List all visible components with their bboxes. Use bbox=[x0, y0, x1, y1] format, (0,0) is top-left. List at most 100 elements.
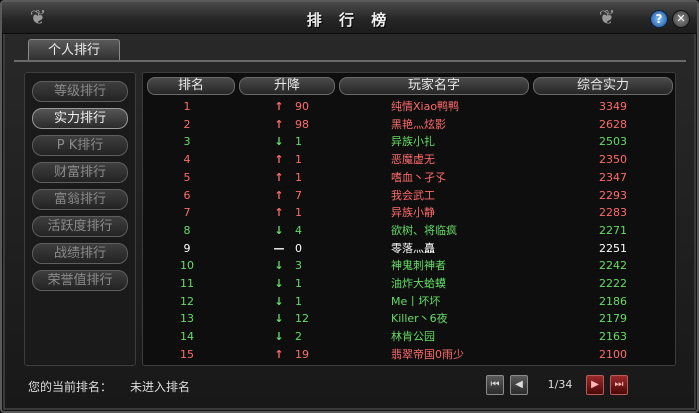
column-header-rank[interactable]: 排名 bbox=[147, 77, 235, 95]
player-name-cell: 翡翠帝国0雨少 bbox=[391, 347, 464, 361]
table-row[interactable]: 1 ↑ 90 纯情Xiao鸭鸭 3349 bbox=[143, 98, 675, 116]
sidebar-item-4[interactable]: 富翁排行 bbox=[32, 189, 128, 210]
power-cell: 2222 bbox=[599, 277, 627, 290]
change-cell: 19 bbox=[295, 347, 309, 361]
change-cell: 0 bbox=[295, 241, 302, 255]
help-button[interactable]: ? bbox=[650, 10, 668, 28]
tab-divider bbox=[14, 60, 686, 62]
sidebar-item-3[interactable]: 财富排行 bbox=[32, 162, 128, 183]
table-row[interactable]: 6 ↑ 7 我会武工 2293 bbox=[143, 187, 675, 205]
player-name-cell: 我会武工 bbox=[391, 188, 435, 202]
change-arrow-icon: ↓ bbox=[274, 277, 284, 290]
sidebar-item-6[interactable]: 战绩排行 bbox=[32, 243, 128, 264]
sidebar-item-1[interactable]: 实力排行 bbox=[32, 108, 128, 129]
power-cell: 2347 bbox=[599, 170, 627, 184]
power-cell: 2350 bbox=[599, 153, 627, 167]
rank-cell: 2 bbox=[183, 117, 191, 131]
rank-cell: 4 bbox=[183, 153, 191, 167]
current-rank-label: 您的当前排名： bbox=[28, 380, 113, 394]
table-row[interactable]: 14 ↓ 2 林肯公园 2163 bbox=[143, 328, 675, 346]
column-header-change[interactable]: 升降 bbox=[239, 77, 335, 95]
first-page-button[interactable]: ⏮ bbox=[486, 375, 504, 395]
table-row[interactable]: 9 — 0 零落灬矗 2251 bbox=[143, 240, 675, 258]
change-arrow-icon: ↓ bbox=[274, 259, 284, 273]
rank-cell: 15 bbox=[180, 347, 194, 361]
rank-cell: 8 bbox=[183, 223, 191, 237]
change-arrow-icon: ↓ bbox=[274, 223, 284, 237]
table-row[interactable]: 10 ↓ 3 神鬼刺神者 2242 bbox=[143, 257, 675, 275]
rank-cell: 1 bbox=[183, 100, 191, 113]
change-cell: 3 bbox=[295, 259, 302, 273]
player-name-cell: 欲树、将临疯 bbox=[391, 223, 457, 237]
table-row[interactable]: 5 ↑ 1 嗜血丶孑孓 2347 bbox=[143, 169, 675, 187]
wing-ornament-right-icon: ❦ bbox=[598, 5, 616, 29]
last-page-button[interactable]: ⏭ bbox=[610, 375, 628, 395]
player-name-cell: 油炸大蛤蟆 bbox=[391, 277, 446, 290]
sidebar-item-0[interactable]: 等级排行 bbox=[32, 81, 128, 102]
tab-personal-ranking[interactable]: 个人排行 bbox=[28, 39, 120, 61]
table-row[interactable]: 12 ↓ 1 Me丨坏坏 2186 bbox=[143, 293, 675, 311]
rank-cell: 9 bbox=[183, 241, 191, 255]
player-name-cell: 神鬼刺神者 bbox=[391, 259, 446, 273]
change-arrow-icon: ↓ bbox=[274, 312, 284, 326]
player-name-cell: 嗜血丶孑孓 bbox=[391, 170, 446, 184]
next-page-button[interactable]: ▶ bbox=[586, 375, 604, 395]
table-row[interactable]: 3 ↓ 1 异族小扎 2503 bbox=[143, 133, 675, 151]
table-row[interactable]: 11 ↓ 1 油炸大蛤蟆 2222 bbox=[143, 275, 675, 293]
sidebar-item-2[interactable]: P K排行 bbox=[32, 135, 128, 156]
player-name-cell: 异族小扎 bbox=[391, 135, 435, 149]
prev-page-button[interactable]: ◀ bbox=[510, 375, 528, 395]
change-arrow-icon: ↑ bbox=[274, 347, 284, 361]
power-cell: 2163 bbox=[599, 330, 627, 344]
table-row[interactable]: 2 ↑ 98 黑艳灬炫影 2628 bbox=[143, 116, 675, 134]
power-cell: 2251 bbox=[599, 241, 627, 255]
rank-cell: 12 bbox=[180, 294, 194, 308]
table-row[interactable]: 8 ↓ 4 欲树、将临疯 2271 bbox=[143, 222, 675, 240]
change-cell: 2 bbox=[295, 330, 302, 344]
rank-cell: 13 bbox=[180, 312, 194, 326]
change-arrow-icon: ↑ bbox=[274, 100, 284, 113]
change-cell: 1 bbox=[295, 170, 302, 184]
power-cell: 2100 bbox=[599, 347, 627, 361]
rank-cell: 3 bbox=[183, 135, 191, 149]
power-cell: 2179 bbox=[599, 312, 627, 326]
ranking-table: 排名 升降 玩家名字 综合实力 1 ↑ 90 纯情Xiao鸭鸭 3349 2 ↑ 98 黑艳灬炫… bbox=[142, 72, 676, 366]
title-bar[interactable]: ❦ 排 行 榜 ❦ ? ✕ bbox=[2, 2, 697, 34]
change-cell: 1 bbox=[295, 153, 302, 167]
power-cell: 2628 bbox=[599, 117, 627, 131]
rank-cell: 10 bbox=[180, 259, 194, 273]
player-name-cell: 恶魔虚无 bbox=[391, 153, 435, 167]
change-arrow-icon: — bbox=[273, 241, 285, 255]
column-header-player-name[interactable]: 玩家名字 bbox=[339, 77, 529, 95]
player-name-cell: 纯情Xiao鸭鸭 bbox=[391, 100, 460, 113]
sidebar-item-7[interactable]: 荣誉值排行 bbox=[32, 270, 128, 291]
power-cell: 2283 bbox=[599, 206, 627, 220]
table-row[interactable]: 15 ↑ 19 翡翠帝国0雨少 2100 bbox=[143, 346, 675, 364]
power-cell: 3349 bbox=[599, 100, 627, 113]
power-cell: 2271 bbox=[599, 223, 627, 237]
category-sidebar: 等级排行实力排行 P K排行财富排行富翁排行活跃度排行战绩排行荣誉值排行 bbox=[24, 72, 136, 366]
power-cell: 2293 bbox=[599, 188, 627, 202]
change-arrow-icon: ↓ bbox=[274, 135, 284, 149]
change-cell: 98 bbox=[295, 117, 309, 131]
power-cell: 2242 bbox=[599, 259, 627, 273]
player-name-cell: Me丨坏坏 bbox=[391, 294, 441, 308]
rank-cell: 7 bbox=[183, 206, 191, 220]
change-cell: 1 bbox=[295, 294, 302, 308]
table-row[interactable]: 7 ↑ 1 异族小静 2283 bbox=[143, 204, 675, 222]
table-row[interactable]: 13 ↓ 12 Killer丶6夜 2179 bbox=[143, 310, 675, 328]
change-cell: 4 bbox=[295, 223, 302, 237]
change-arrow-icon: ↑ bbox=[274, 153, 284, 167]
close-button[interactable]: ✕ bbox=[672, 10, 690, 28]
player-name-cell: 零落灬矗 bbox=[391, 241, 435, 255]
change-cell: 1 bbox=[295, 277, 302, 290]
power-cell: 2186 bbox=[599, 294, 627, 308]
page-indicator: 1/34 bbox=[547, 378, 573, 391]
ranking-window: ❦ 排 行 榜 ❦ ? ✕ 个人排行 等级排行实力排行 P K排行财富排行富翁排行… bbox=[0, 0, 699, 413]
table-row[interactable]: 4 ↑ 1 恶魔虚无 2350 bbox=[143, 151, 675, 169]
change-arrow-icon: ↓ bbox=[274, 330, 284, 344]
player-name-cell: Killer丶6夜 bbox=[391, 312, 448, 326]
sidebar-item-5[interactable]: 活跃度排行 bbox=[32, 216, 128, 237]
change-cell: 90 bbox=[295, 100, 309, 113]
column-header-power[interactable]: 综合实力 bbox=[533, 77, 673, 95]
